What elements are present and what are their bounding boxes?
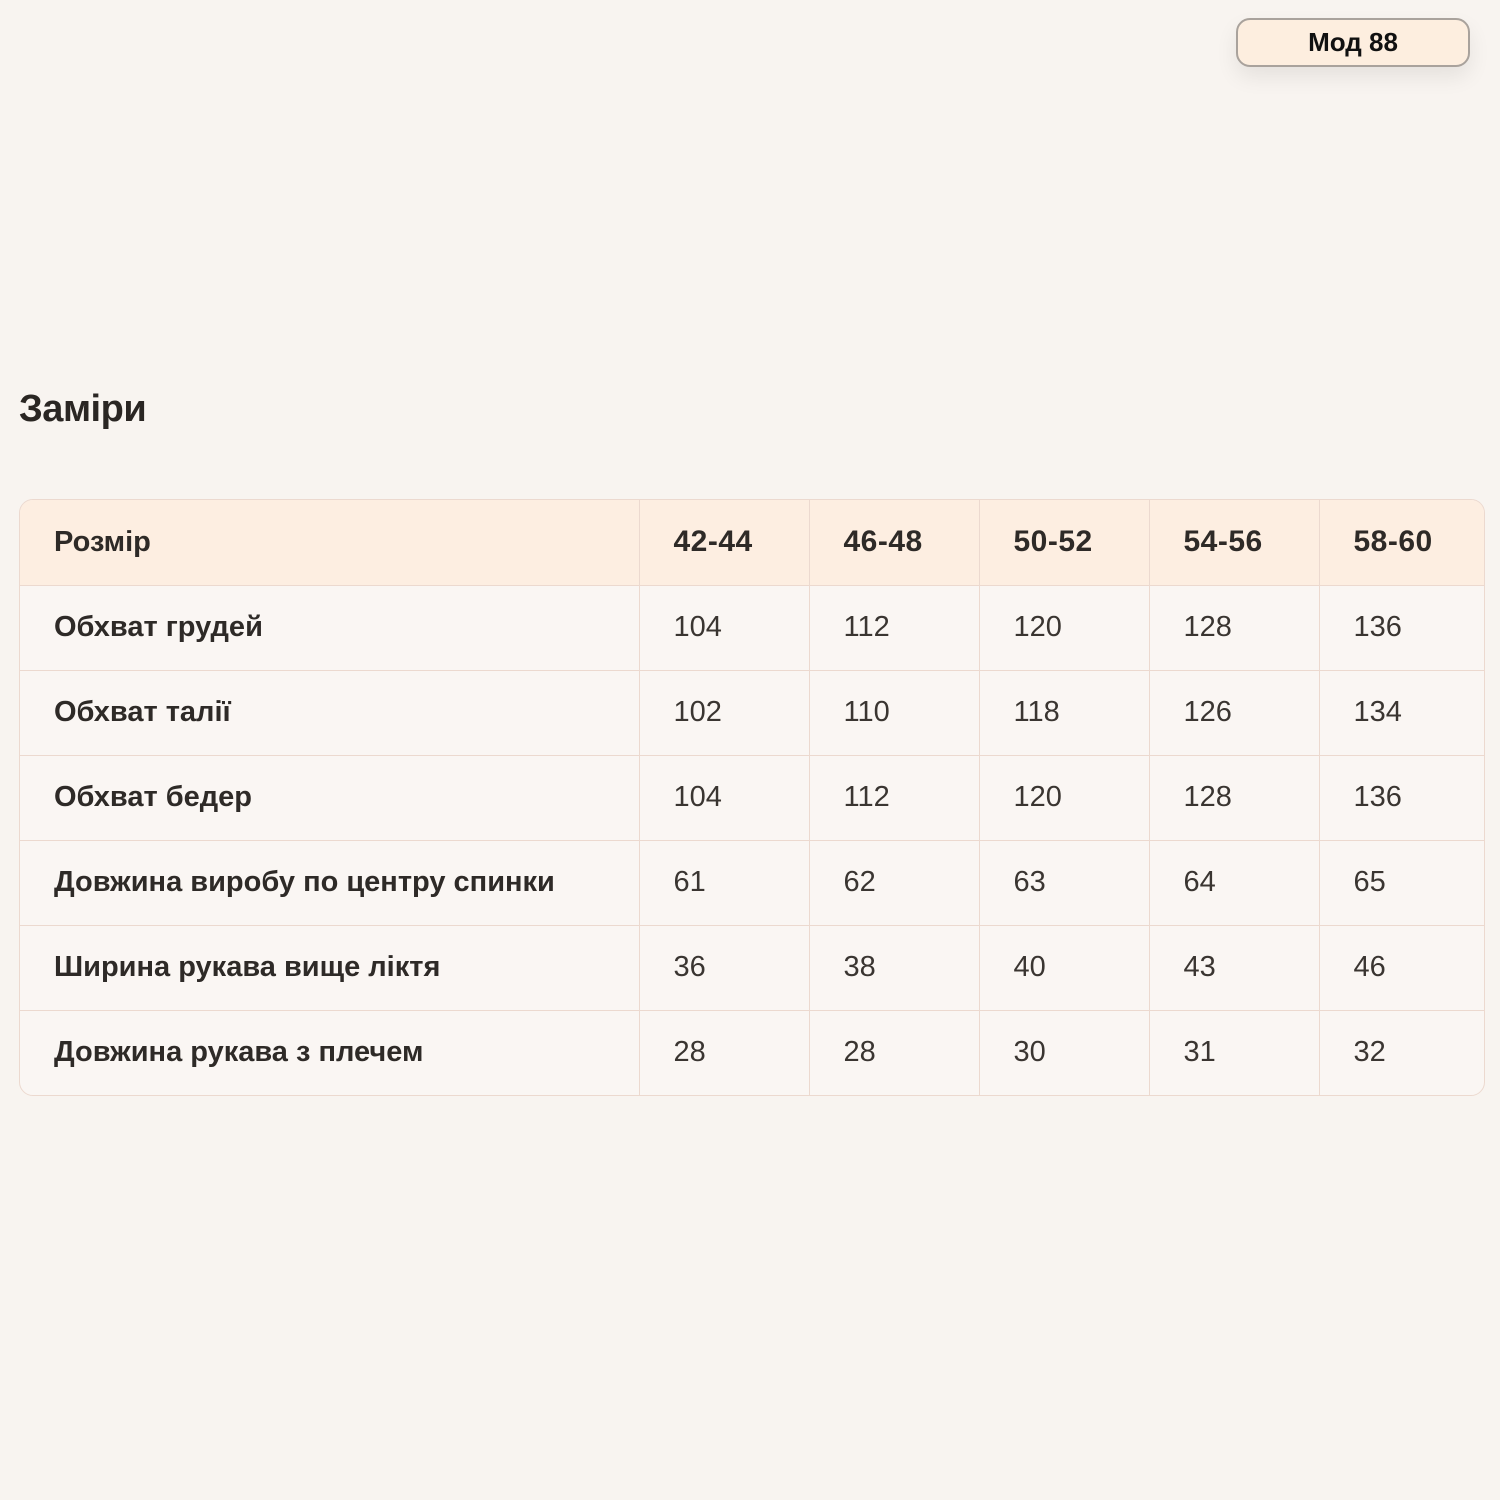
table-cell: 120 [979,585,1150,671]
table-cell: 136 [1319,755,1484,841]
table-row: Обхват талії 102 110 118 126 134 [20,670,1484,756]
table-header-row: Розмір 42-44 46-48 50-52 54-56 58-60 [20,500,1484,586]
table-cell: 65 [1319,840,1484,926]
header-size: 54-56 [1149,500,1320,586]
table-cell: 112 [809,755,980,841]
header-size: 58-60 [1319,500,1484,586]
table-row: Довжина виробу по центру спинки 61 62 63… [20,840,1484,926]
table-row: Обхват бедер 104 112 120 128 136 [20,755,1484,841]
table-row: Обхват грудей 104 112 120 128 136 [20,585,1484,671]
table-cell: 28 [639,1010,810,1095]
table-cell: 36 [639,925,810,1011]
section-title: Заміри [19,388,147,430]
row-label: Довжина рукава з плечем [20,1010,640,1095]
table-cell: 112 [809,585,980,671]
table-cell: 126 [1149,670,1320,756]
table-cell: 38 [809,925,980,1011]
page: Мод 88 Заміри Розмір 42-44 46-48 50-52 5… [0,0,1500,1500]
row-label: Обхват бедер [20,755,640,841]
size-table-container: Розмір 42-44 46-48 50-52 54-56 58-60 Обх… [19,499,1485,1096]
table-cell: 104 [639,585,810,671]
table-cell: 31 [1149,1010,1320,1095]
table-row: Ширина рукава вище ліктя 36 38 40 43 46 [20,925,1484,1011]
table-cell: 32 [1353,1036,1386,1069]
table-cell: 136 [1319,585,1484,671]
table-cell: 46 [1319,925,1484,1011]
table-cell: 30 [979,1010,1150,1095]
table-cell: 134 [1319,670,1484,756]
table-cell: 104 [639,755,810,841]
table-cell: 128 [1149,585,1320,671]
row-label: Ширина рукава вище ліктя [20,925,640,1011]
table-cell: 43 [1149,925,1320,1011]
row-label: Обхват грудей [20,585,640,671]
table-row: Довжина рукава з плечем 28 28 30 31 32 [20,1010,1484,1095]
table-cell: 120 [979,755,1150,841]
header-label-size: Розмір [20,500,640,586]
table-cell: 62 [809,840,980,926]
table-cell: 61 [639,840,810,926]
header-size: 42-44 [639,500,810,586]
row-label: Довжина виробу по центру спинки [20,840,640,926]
table-cell: 28 [809,1010,980,1095]
model-badge: Мод 88 [1236,18,1470,67]
table-cell: 64 [1149,840,1320,926]
table-cell: 40 [979,925,1150,1011]
header-size: 46-48 [809,500,980,586]
header-size: 50-52 [979,500,1150,586]
table-cell: 110 [809,670,980,756]
row-label: Обхват талії [20,670,640,756]
size-table: Розмір 42-44 46-48 50-52 54-56 58-60 Обх… [20,500,1484,1095]
table-cell: 102 [639,670,810,756]
table-cell: 118 [979,670,1150,756]
table-cell: 128 [1149,755,1320,841]
table-cell: 63 [979,840,1150,926]
